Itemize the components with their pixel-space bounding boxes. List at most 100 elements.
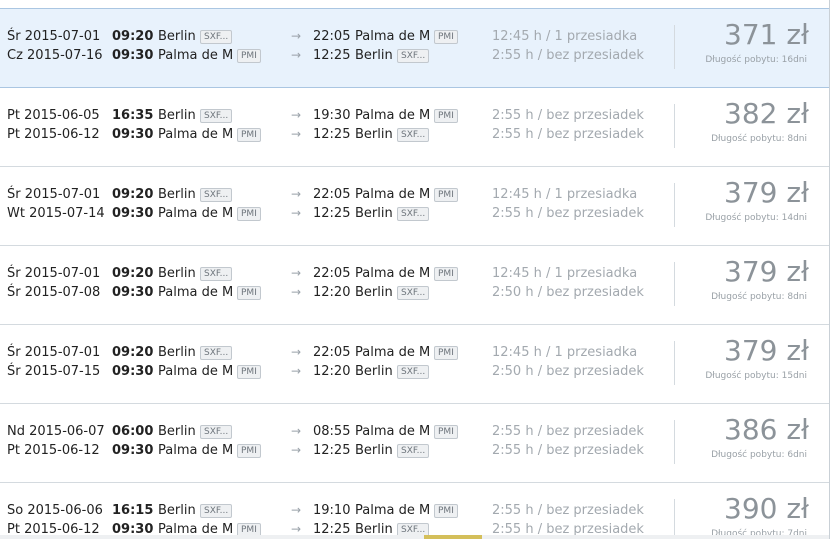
departure-city: Berlin — [158, 108, 196, 123]
arrow-right-icon: → — [291, 29, 302, 43]
inbound-leg: Pt 2015-06-12 09:30 Palma de M PMI → 12:25 Ber… — [0, 441, 670, 460]
departure-date: Śr 2015-07-01 — [7, 29, 101, 44]
departure-city: Palma de M — [158, 443, 234, 458]
outbound-leg: Śr 2015-07-01 09:20 Berlin SXF... → 22:05 Palm… — [0, 27, 670, 46]
arrival-city: Berlin — [355, 48, 393, 63]
flight-duration: 12:45 h / 1 przesiadka — [492, 266, 638, 281]
flight-result-row[interactable]: Śr 2015-07-01 09:20 Berlin SXF... → 22:05 Palm… — [0, 167, 829, 246]
inbound-leg: Śr 2015-07-08 09:30 Palma de M PMI → 12:20 Ber… — [0, 283, 670, 302]
departure-time: 09:30 — [112, 364, 154, 379]
arrival-city: Palma de M — [355, 187, 431, 202]
inbound-leg: Cz 2015-07-16 09:30 Palma de M PMI → 12:25 Ber… — [0, 46, 670, 65]
arrival-time: 08:55 — [313, 424, 351, 439]
departure-airport-code: SXF... — [200, 267, 233, 281]
horizontal-scrollbar[interactable] — [0, 535, 829, 539]
flight-duration: 2:55 h / bez przesiadek — [492, 503, 644, 518]
arrival-time: 12:25 — [313, 206, 351, 221]
departure-city: Berlin — [158, 187, 196, 202]
arrival-airport-code: SXF... — [397, 444, 430, 458]
departure-date: Pt 2015-06-12 — [7, 443, 100, 458]
flight-duration: 12:45 h / 1 przesiadka — [492, 29, 638, 44]
arrow-right-icon: → — [291, 108, 302, 122]
arrival-city: Palma de M — [355, 345, 431, 360]
arrival-time: 12:25 — [313, 127, 351, 142]
departure-city: Berlin — [158, 266, 196, 281]
outbound-leg: Pt 2015-06-05 16:35 Berlin SXF... → 19:30 Palm… — [0, 106, 670, 125]
outbound-leg: Nd 2015-06-07 06:00 Berlin SXF... → 08:55 Palm… — [0, 422, 670, 441]
flight-duration: 12:45 h / 1 przesiadka — [492, 187, 638, 202]
departure-date: Śr 2015-07-08 — [7, 285, 101, 300]
departure-date: Pt 2015-06-05 — [7, 108, 100, 123]
arrival-airport-code: PMI — [434, 109, 458, 123]
arrival-time: 19:30 — [313, 108, 351, 123]
scrollbar-thumb[interactable] — [424, 535, 482, 539]
departure-city: Palma de M — [158, 364, 234, 379]
departure-city: Berlin — [158, 29, 196, 44]
departure-airport-code: SXF... — [200, 30, 233, 44]
inbound-leg: Pt 2015-06-12 09:30 Palma de M PMI → 12:25 Ber… — [0, 125, 670, 144]
departure-airport-code: SXF... — [200, 346, 233, 360]
departure-airport-code: PMI — [237, 365, 261, 379]
price-divider — [674, 341, 675, 385]
departure-city: Berlin — [158, 424, 196, 439]
arrival-time: 22:05 — [313, 187, 351, 202]
arrival-city: Berlin — [355, 127, 393, 142]
price: 371 zł — [724, 18, 809, 51]
departure-date: Wt 2015-07-14 — [7, 206, 105, 221]
departure-date: Śr 2015-07-01 — [7, 345, 101, 360]
departure-date: So 2015-06-06 — [7, 503, 103, 518]
price: 379 zł — [724, 334, 809, 367]
flight-result-row[interactable]: Śr 2015-07-01 09:20 Berlin SXF... → 22:05 Palm… — [0, 325, 829, 404]
arrival-airport-code: SXF... — [397, 365, 430, 379]
departure-date: Pt 2015-06-12 — [7, 127, 100, 142]
price-divider — [674, 104, 675, 148]
outbound-leg: Śr 2015-07-01 09:20 Berlin SXF... → 22:05 Palm… — [0, 264, 670, 283]
price-divider — [674, 183, 675, 227]
arrival-time: 12:25 — [313, 48, 351, 63]
flight-result-row[interactable]: Pt 2015-06-05 16:35 Berlin SXF... → 19:30 Palm… — [0, 88, 829, 167]
arrival-airport-code: SXF... — [397, 49, 430, 63]
departure-airport-code: SXF... — [200, 109, 233, 123]
arrival-city: Palma de M — [355, 503, 431, 518]
flight-result-row[interactable]: Nd 2015-06-07 06:00 Berlin SXF... → 08:55 Palm… — [0, 404, 829, 483]
price-divider — [674, 25, 675, 69]
arrow-right-icon: → — [291, 285, 302, 299]
arrival-airport-code: PMI — [434, 267, 458, 281]
outbound-leg: Śr 2015-07-01 09:20 Berlin SXF... → 22:05 Palm… — [0, 343, 670, 362]
arrival-airport-code: SXF... — [397, 286, 430, 300]
departure-airport-code: PMI — [237, 49, 261, 63]
departure-time: 09:30 — [112, 443, 154, 458]
departure-airport-code: SXF... — [200, 425, 233, 439]
flight-duration: 2:55 h / bez przesiadek — [492, 108, 644, 123]
flight-duration: 2:55 h / bez przesiadek — [492, 206, 644, 221]
flight-result-row[interactable]: So 2015-06-06 16:15 Berlin SXF... → 19:10 Palm… — [0, 483, 829, 539]
flight-results-list: Śr 2015-07-01 09:20 Berlin SXF... → 22:05 Palm… — [0, 0, 830, 539]
departure-airport-code: PMI — [237, 207, 261, 221]
stay-length: Długość pobytu: 15dni — [705, 371, 807, 381]
stay-length: Długość pobytu: 8dni — [711, 292, 807, 302]
departure-city: Palma de M — [158, 206, 234, 221]
arrival-city: Palma de M — [355, 424, 431, 439]
inbound-leg: Wt 2015-07-14 09:30 Palma de M PMI → 12:25 Ber… — [0, 204, 670, 223]
arrow-right-icon: → — [291, 206, 302, 220]
flight-duration: 2:55 h / bez przesiadek — [492, 48, 644, 63]
price: 386 zł — [724, 413, 809, 446]
departure-time: 09:30 — [112, 206, 154, 221]
stay-length: Długość pobytu: 6dni — [711, 450, 807, 460]
inbound-leg: Śr 2015-07-15 09:30 Palma de M PMI → 12:20 Ber… — [0, 362, 670, 381]
arrival-airport-code: SXF... — [397, 207, 430, 221]
flight-duration: 2:55 h / bez przesiadek — [492, 443, 644, 458]
arrival-time: 19:10 — [313, 503, 351, 518]
flight-duration: 2:55 h / bez przesiadek — [492, 127, 644, 142]
departure-time: 09:30 — [112, 285, 154, 300]
stay-length: Długość pobytu: 14dni — [705, 213, 807, 223]
arrow-right-icon: → — [291, 345, 302, 359]
arrival-city: Palma de M — [355, 29, 431, 44]
flight-result-row[interactable]: Śr 2015-07-01 09:20 Berlin SXF... → 22:05 Palm… — [0, 246, 829, 325]
arrival-time: 12:25 — [313, 443, 351, 458]
arrival-time: 22:05 — [313, 345, 351, 360]
price: 379 zł — [724, 255, 809, 288]
flight-result-row[interactable]: Śr 2015-07-01 09:20 Berlin SXF... → 22:05 Palm… — [0, 8, 829, 88]
departure-time: 09:30 — [112, 127, 154, 142]
outbound-leg: Śr 2015-07-01 09:20 Berlin SXF... → 22:05 Palm… — [0, 185, 670, 204]
